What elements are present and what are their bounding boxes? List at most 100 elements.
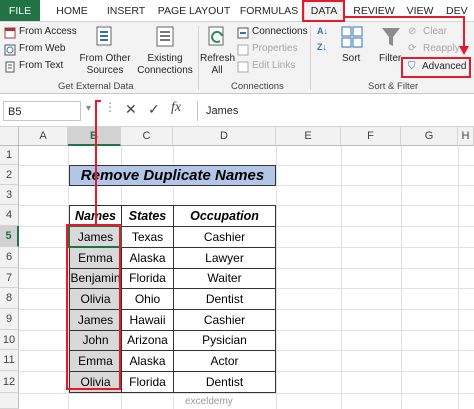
- row-header-6[interactable]: 6: [0, 247, 19, 268]
- occupation-cell[interactable]: Actor: [173, 350, 276, 371]
- row-header-13[interactable]: [0, 393, 19, 409]
- occupation-cell[interactable]: Cashier: [173, 226, 276, 247]
- refresh-label: Refresh: [200, 53, 236, 64]
- row-header-3[interactable]: 3: [0, 185, 19, 205]
- state-cell[interactable]: Alaska: [121, 350, 173, 371]
- row-header-9[interactable]: 9: [0, 309, 19, 330]
- clear-filter-icon: ⊘: [408, 26, 417, 37]
- clear-button[interactable]: ⊘ Clear: [408, 26, 470, 40]
- occupation-cell[interactable]: Waiter: [173, 268, 276, 288]
- from-web-label: From Web: [19, 43, 66, 54]
- state-cell[interactable]: Ohio: [121, 288, 173, 309]
- row-header-7[interactable]: 7: [0, 268, 19, 288]
- sort-az-button[interactable]: A↓ Z↓: [315, 26, 337, 66]
- header-occupation-cell[interactable]: Occupation: [173, 205, 276, 226]
- header-states-cell[interactable]: States: [121, 205, 173, 226]
- clear-label: Clear: [423, 26, 447, 37]
- annotation-connector-line: [344, 16, 465, 18]
- connections-button[interactable]: Connections: [237, 26, 308, 40]
- fx-insert-function-icon[interactable]: fx: [171, 100, 181, 116]
- filter-funnel-icon: [382, 28, 400, 46]
- cancel-icon[interactable]: ✕: [125, 101, 137, 118]
- formula-input[interactable]: James: [197, 101, 474, 121]
- sort-label: Sort: [342, 53, 361, 64]
- tab-file[interactable]: FILE: [0, 0, 40, 21]
- row-header-5[interactable]: 5: [0, 226, 19, 247]
- row-header-12[interactable]: 12: [0, 371, 19, 393]
- edit-links-label: Edit Links: [252, 60, 296, 71]
- refresh-icon: [208, 26, 224, 46]
- occupation-cell[interactable]: Cashier: [173, 309, 276, 330]
- tab-formulas[interactable]: FORMULAS: [237, 0, 301, 21]
- sort-a-z-icon: A↓: [317, 26, 328, 36]
- formula-bar: B5 ▾ ⋮ ✕ ✓ fx James: [0, 94, 474, 127]
- column-header-d[interactable]: D: [173, 127, 276, 146]
- state-cell[interactable]: Florida: [121, 371, 173, 393]
- enter-icon[interactable]: ✓: [148, 101, 160, 118]
- reapply-icon: ⟳: [408, 43, 417, 54]
- row-header-1[interactable]: 1: [0, 146, 19, 165]
- advanced-button-highlight: [401, 57, 471, 78]
- select-all-corner[interactable]: [0, 127, 19, 146]
- occupation-cell[interactable]: Dentist: [173, 371, 276, 393]
- tab-insert[interactable]: INSERT: [101, 0, 151, 21]
- from-access-label: From Access: [19, 26, 77, 37]
- selected-range-highlight: [66, 224, 121, 390]
- sort-button[interactable]: Sort: [338, 25, 366, 79]
- group-label-connections: Connections: [231, 81, 284, 92]
- web-icon: [4, 44, 16, 56]
- state-cell[interactable]: Hawaii: [121, 309, 173, 330]
- refresh-all-button[interactable]: Refresh All: [200, 25, 236, 79]
- state-cell[interactable]: Florida: [121, 268, 173, 288]
- group-label-sort-filter: Sort & Filter: [368, 81, 419, 92]
- watermark: exceldemy: [185, 396, 233, 407]
- reapply-label: Reapply: [423, 43, 460, 54]
- access-icon: [4, 27, 16, 39]
- group-separator: [198, 26, 199, 90]
- annotation-connector-line: [95, 100, 97, 224]
- edit-links-button[interactable]: Edit Links: [237, 60, 307, 74]
- occupation-cell[interactable]: Pysician: [173, 330, 276, 350]
- sort-icon: [341, 26, 363, 48]
- state-cell[interactable]: Arizona: [121, 330, 173, 350]
- existing-connections-icon: [156, 26, 174, 47]
- sheet-title-cell[interactable]: Remove Duplicate Names: [69, 165, 276, 186]
- from-text-label: From Text: [19, 60, 64, 71]
- from-other-label: From Other: [79, 53, 131, 64]
- row-header-11[interactable]: 11: [0, 350, 19, 371]
- properties-label: Properties: [252, 43, 298, 54]
- occupation-cell[interactable]: Lawyer: [173, 247, 276, 268]
- existing-connections-button[interactable]: Existing Connections: [134, 25, 196, 79]
- column-header-g[interactable]: G: [401, 127, 458, 146]
- text-file-icon: [5, 61, 15, 73]
- occupation-cell[interactable]: Dentist: [173, 288, 276, 309]
- from-text-button[interactable]: From Text: [4, 60, 82, 74]
- row-header-10[interactable]: 10: [0, 330, 19, 350]
- column-header-e[interactable]: E: [276, 127, 341, 146]
- row-header-8[interactable]: 8: [0, 288, 19, 309]
- name-box[interactable]: B5: [3, 101, 81, 121]
- filter-label: Filter: [379, 53, 402, 64]
- dots-icon: ⋮: [104, 100, 116, 114]
- state-cell[interactable]: Texas: [121, 226, 173, 247]
- from-web-button[interactable]: From Web: [4, 43, 82, 57]
- properties-button[interactable]: Properties: [237, 43, 307, 57]
- state-cell[interactable]: Alaska: [121, 247, 173, 268]
- row-header-4[interactable]: 4: [0, 205, 19, 226]
- column-header-a[interactable]: A: [19, 127, 68, 146]
- tab-home[interactable]: HOME: [50, 0, 94, 21]
- annotation-arrow-line: [463, 16, 465, 50]
- column-header-f[interactable]: F: [341, 127, 401, 146]
- tab-page-layout[interactable]: PAGE LAYOUT: [156, 0, 232, 21]
- connections-label: Connections: [252, 26, 308, 37]
- name-box-dropdown-icon[interactable]: ▾: [86, 103, 91, 114]
- properties-icon: [237, 44, 249, 56]
- column-header-c[interactable]: C: [121, 127, 173, 146]
- connections-icon: [237, 27, 249, 39]
- data-tab-highlight: [302, 0, 345, 22]
- from-access-button[interactable]: From Access: [4, 26, 82, 40]
- row-header-2[interactable]: 2: [0, 165, 19, 185]
- from-other-sources-button[interactable]: From Other Sources: [78, 25, 132, 79]
- column-header-h[interactable]: H: [458, 127, 474, 146]
- link-icon: [237, 61, 249, 73]
